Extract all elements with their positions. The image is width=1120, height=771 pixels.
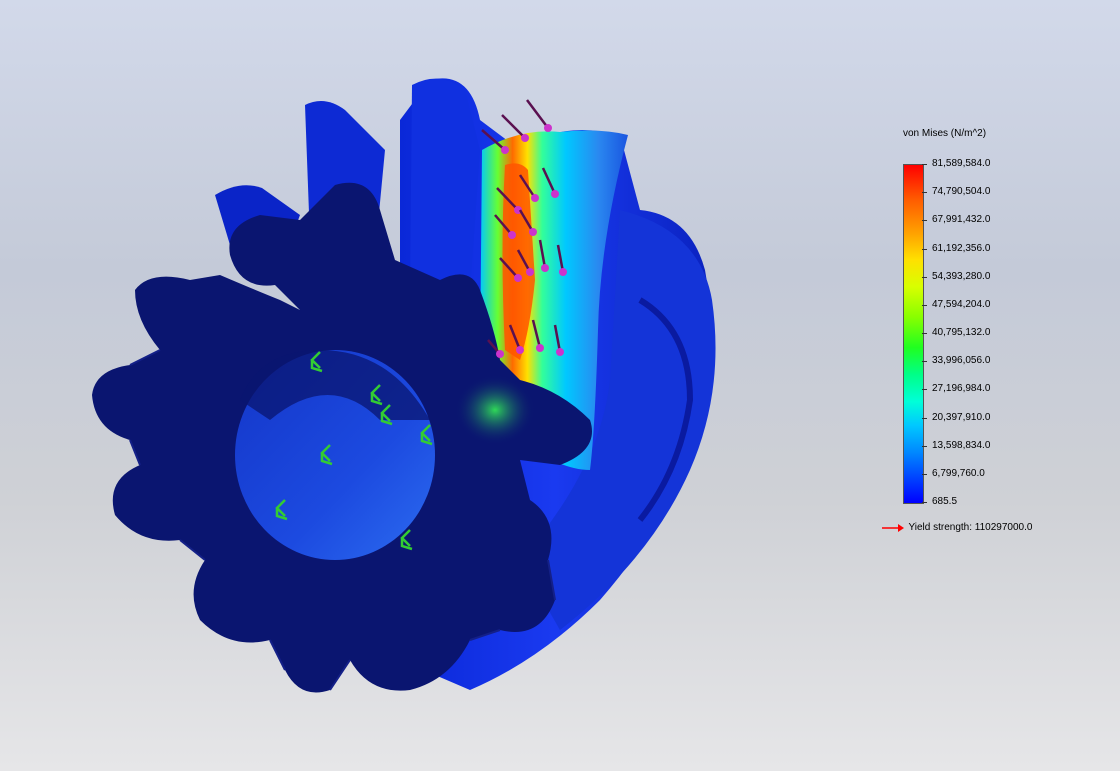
legend-tick-label: 6,799,760.0	[932, 467, 985, 479]
legend-colorbar	[903, 164, 924, 504]
legend-tick	[922, 389, 927, 391]
legend-tick-label: 47,594,204.0	[932, 298, 991, 310]
legend-tick-label: 685.5	[932, 496, 958, 507]
legend-tick	[922, 248, 927, 250]
yield-strength-label: Yield strength: 110297000.0	[908, 522, 1033, 534]
legend-tick	[922, 276, 927, 278]
legend-tick	[922, 333, 927, 334]
legend-tick-label: 33,996,056.0	[932, 355, 991, 367]
legend-tick-label: 67,991,432.0	[932, 214, 991, 226]
yield-arrow-icon	[882, 523, 904, 532]
legend-tick-label: 54,393,280.0	[932, 270, 991, 282]
graphics-viewport[interactable]: von Mises (N/m^2) 81,589,584.0 74,790,504…	[0, 0, 1120, 771]
yield-strength-row: Yield strength: 110297000.0	[882, 519, 1032, 533]
legend-title: von Mises (N/m^2)	[903, 128, 987, 139]
gear-top-tooth-mid	[410, 78, 480, 290]
legend-tick	[922, 164, 927, 165]
legend-tick	[922, 445, 927, 447]
legend-tick-label: 81,589,584.0	[932, 158, 991, 169]
legend-tick-label: 74,790,504.0	[932, 186, 991, 198]
legend-tick-label: 61,192,356.0	[932, 242, 991, 254]
stress-legend: von Mises (N/m^2) 81,589,584.0 74,790,504…	[880, 126, 1080, 546]
legend-tick	[922, 417, 927, 419]
legend-tick-label: 40,795,132.0	[932, 327, 991, 338]
legend-tick	[922, 220, 927, 222]
legend-tick	[922, 473, 927, 475]
root-stress-glow	[455, 375, 535, 445]
legend-tick	[922, 502, 927, 503]
legend-tick-label: 13,598,834.0	[932, 439, 991, 451]
force-arrow-icon	[526, 99, 552, 132]
legend-tick-label: 20,397,910.0	[932, 411, 991, 423]
legend-tick	[922, 361, 927, 363]
legend-tick-label: 27,196,984.0	[932, 383, 991, 395]
legend-tick	[922, 304, 927, 306]
legend-tick	[922, 192, 927, 194]
